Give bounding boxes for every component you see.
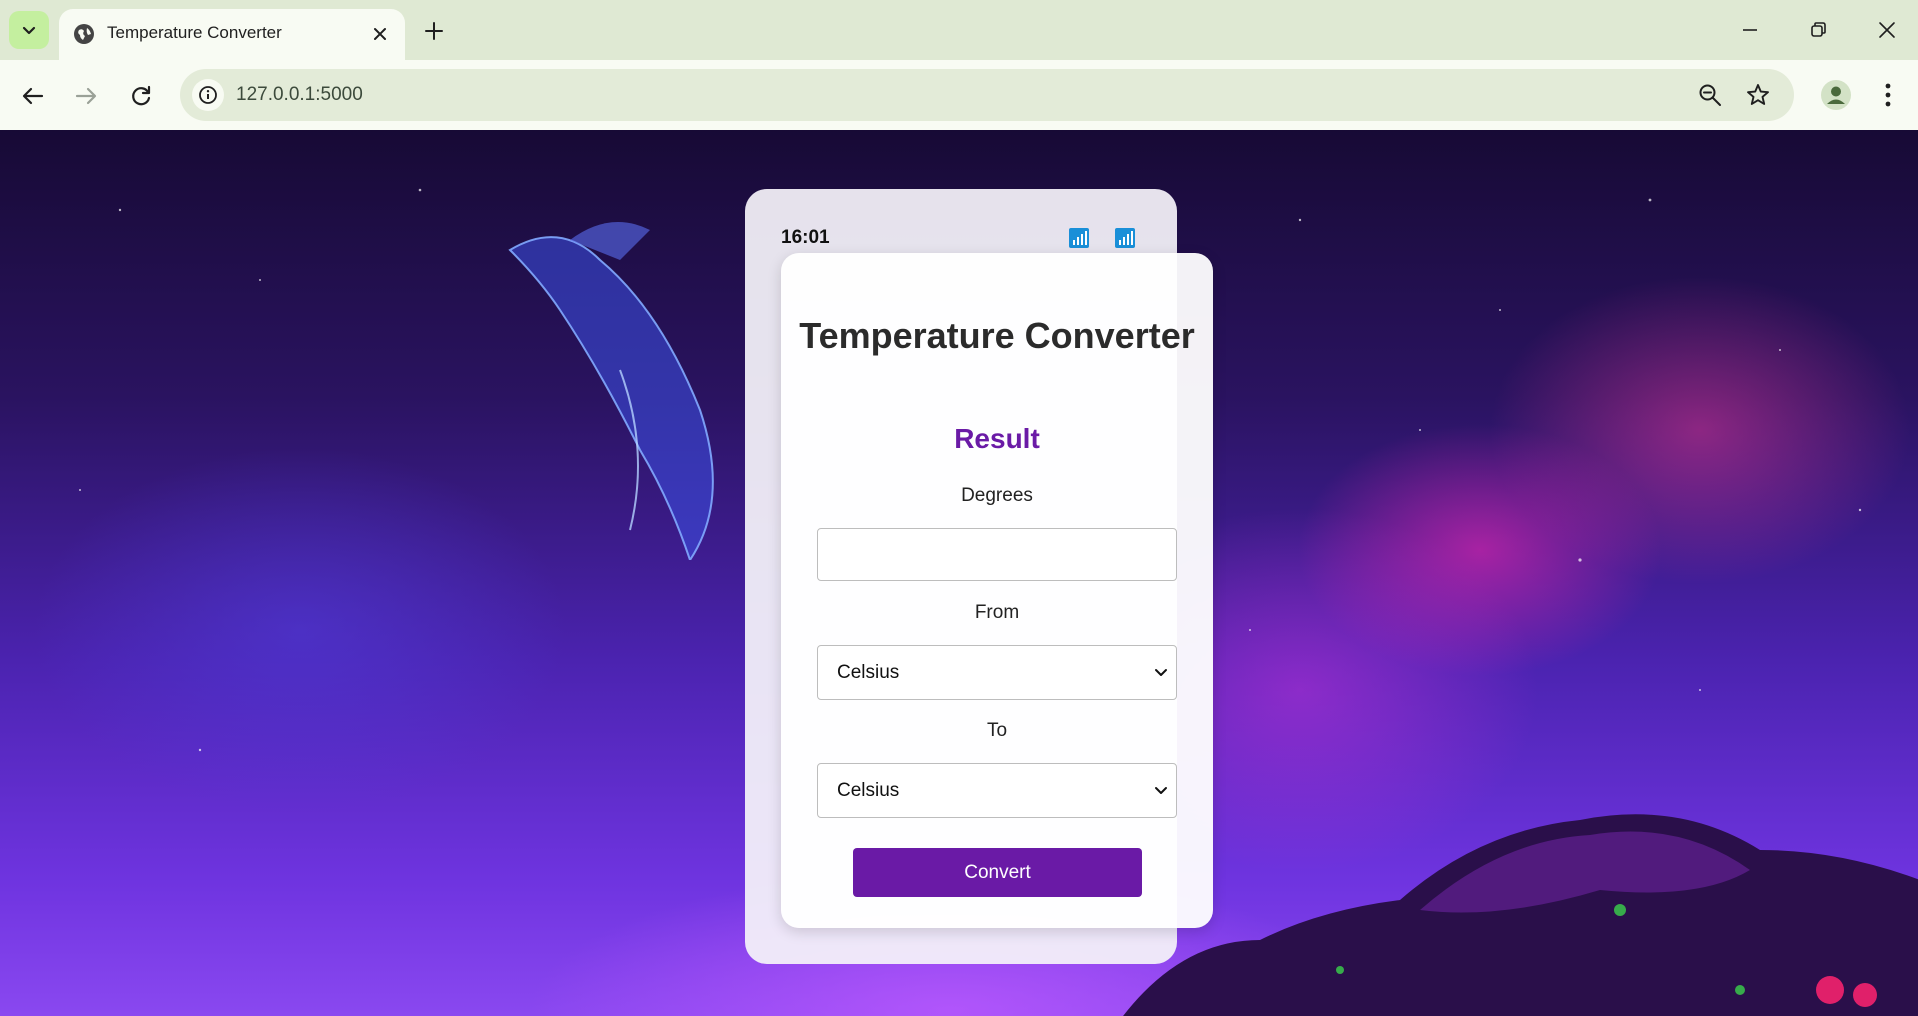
star-icon[interactable]: [1745, 82, 1771, 108]
arrow-right-icon[interactable]: [71, 81, 101, 111]
browser-toolbar: 127.0.0.1:5000: [0, 60, 1918, 130]
chevron-down-icon: [1155, 787, 1167, 794]
signal-icon: [1069, 228, 1089, 248]
close-icon[interactable]: [1872, 15, 1902, 45]
convert-button[interactable]: Convert: [853, 848, 1142, 897]
minimize-icon[interactable]: [1735, 15, 1765, 45]
chevron-down-icon: [1155, 669, 1167, 676]
globe-icon: [74, 24, 94, 44]
restore-icon[interactable]: [1803, 15, 1833, 45]
from-select[interactable]: Celsius: [817, 645, 1177, 700]
converter-card: Temperature Converter Result Degrees Fro…: [781, 253, 1213, 928]
url-text[interactable]: 127.0.0.1:5000: [236, 83, 363, 107]
site-info-button[interactable]: [192, 79, 224, 111]
status-time: 16:01: [781, 227, 830, 248]
result-label: Result: [954, 423, 1040, 454]
whale-illustration: [508, 222, 714, 560]
zoom-icon[interactable]: [1697, 82, 1723, 108]
browser-tab[interactable]: Temperature Converter: [59, 9, 405, 60]
rocks-illustration: [1123, 814, 1918, 1016]
tab-title: Temperature Converter: [107, 23, 282, 42]
arrow-left-icon[interactable]: [18, 81, 48, 111]
address-bar[interactable]: 127.0.0.1:5000: [180, 69, 1794, 121]
to-label: To: [986, 720, 1008, 741]
page-title: Temperature Converter: [799, 315, 1195, 356]
kebab-menu-icon[interactable]: [1876, 79, 1900, 111]
from-label: From: [974, 602, 1020, 623]
close-icon[interactable]: [370, 24, 390, 44]
reload-icon[interactable]: [126, 81, 156, 111]
tab-search-button[interactable]: [9, 11, 49, 49]
person-icon[interactable]: [1820, 79, 1852, 111]
degrees-label: Degrees: [961, 485, 1033, 506]
chevron-down-icon: [22, 26, 36, 35]
tab-strip: Temperature Converter: [0, 0, 1918, 60]
degrees-input[interactable]: [817, 528, 1177, 581]
page-viewport: 16:01 Temperature Converter Result Degre…: [0, 130, 1918, 1016]
signal-icon: [1115, 228, 1135, 248]
to-select[interactable]: Celsius: [817, 763, 1177, 818]
info-icon: [199, 86, 217, 104]
plus-icon[interactable]: [420, 17, 448, 45]
from-select-value: Celsius: [837, 662, 900, 683]
to-select-value: Celsius: [837, 780, 900, 801]
